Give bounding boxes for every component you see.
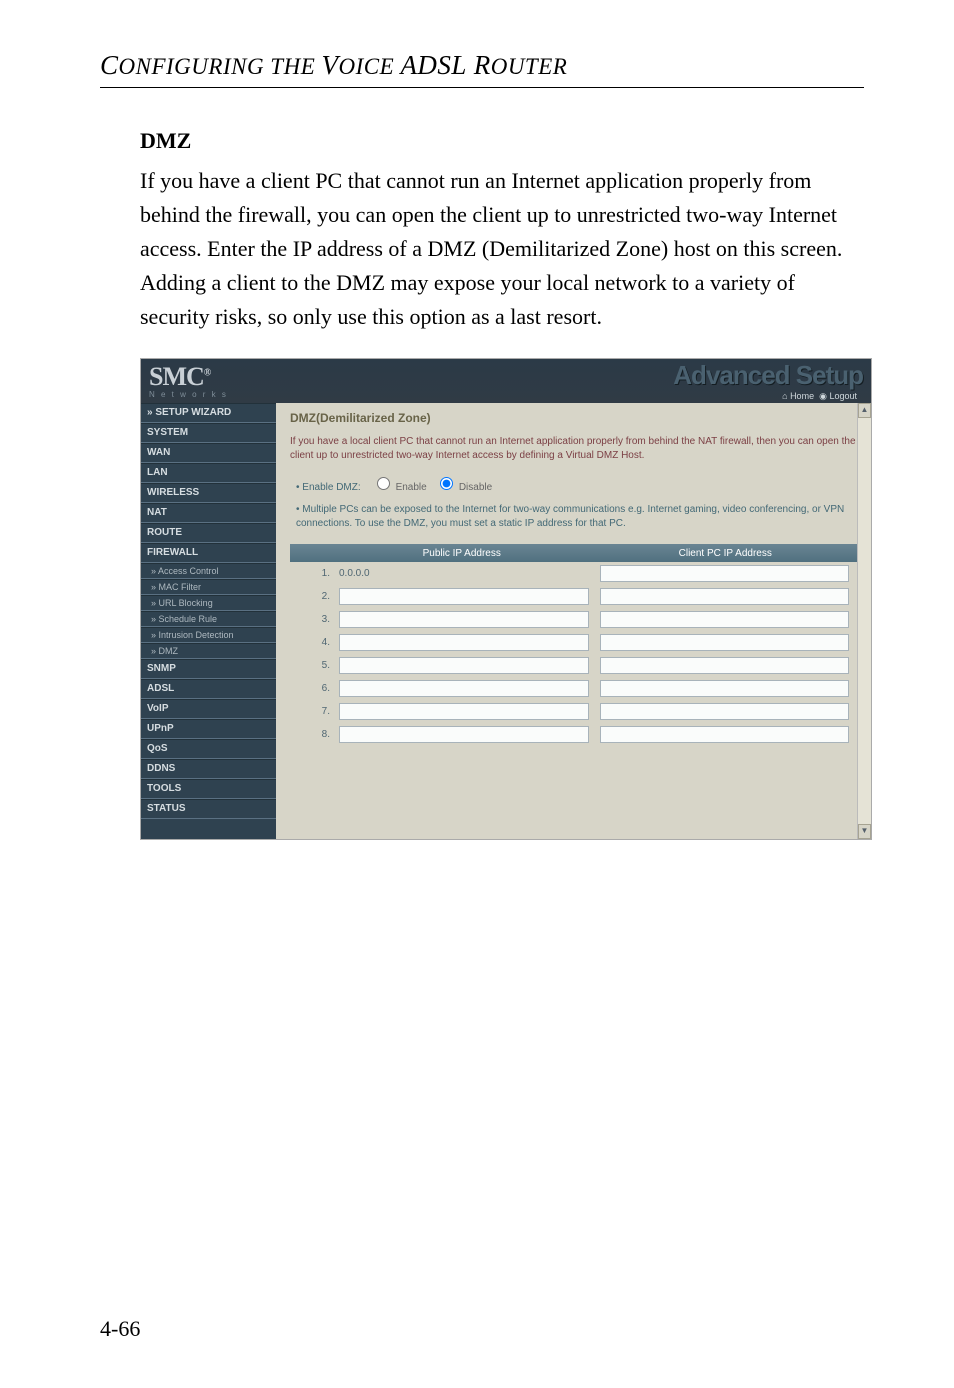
disable-option-label: Disable <box>459 482 492 493</box>
brand-subtext: N e t w o r k s <box>149 390 228 399</box>
public-ip-input[interactable] <box>339 703 589 720</box>
public-ip-input[interactable] <box>339 611 589 628</box>
sidebar-setup-wizard[interactable]: » SETUP WIZARD <box>141 403 276 423</box>
client-ip-input[interactable] <box>600 588 850 605</box>
sidebar-adsl[interactable]: ADSL <box>141 679 276 699</box>
public-ip-input[interactable] <box>339 680 589 697</box>
scrollbar[interactable]: ▲ ▼ <box>857 403 871 839</box>
enable-dmz-label: Enable DMZ: <box>302 482 360 493</box>
public-ip-input[interactable] <box>339 726 589 743</box>
public-ip-cell: 0.0.0.0 <box>336 568 597 579</box>
note-text: Multiple PCs can be exposed to the Inter… <box>296 504 844 529</box>
table-row: 4. <box>290 631 857 654</box>
sidebar-status[interactable]: STATUS <box>141 799 276 819</box>
disable-radio[interactable] <box>440 477 453 490</box>
sidebar-route[interactable]: ROUTE <box>141 523 276 543</box>
enable-radio[interactable] <box>377 477 390 490</box>
scroll-down-icon[interactable]: ▼ <box>858 824 871 839</box>
main-panel: DMZ(Demilitarized Zone) If you have a lo… <box>276 403 871 839</box>
table-row: 3. <box>290 608 857 631</box>
section-title: DMZ <box>140 128 864 154</box>
sidebar-tools[interactable]: TOOLS <box>141 779 276 799</box>
scroll-up-icon[interactable]: ▲ <box>858 403 871 418</box>
client-ip-input[interactable] <box>600 634 850 651</box>
table-body: 1. 0.0.0.0 2. 3. 4. <box>290 562 857 746</box>
sidebar-snmp[interactable]: SNMP <box>141 659 276 679</box>
panel-title: DMZ(Demilitarized Zone) <box>290 411 857 425</box>
client-ip-input[interactable] <box>600 611 850 628</box>
sidebar: » SETUP WIZARD SYSTEM WAN LAN WIRELESS N… <box>141 403 276 839</box>
panel-description: If you have a local client PC that canno… <box>290 435 857 462</box>
header-rule <box>100 87 864 88</box>
table-row: 2. <box>290 585 857 608</box>
home-link[interactable]: Home <box>790 391 814 401</box>
page-number: 4-66 <box>100 1316 140 1342</box>
router-admin-screenshot: SMC® N e t w o r k s Advanced Setup ⌂ Ho… <box>140 358 872 840</box>
home-icon: ⌂ <box>782 391 787 401</box>
page-header: Advanced Setup <box>673 360 863 391</box>
sidebar-dmz[interactable]: » DMZ <box>141 643 276 659</box>
sidebar-upnp[interactable]: UPnP <box>141 719 276 739</box>
sidebar-url-blocking[interactable]: » URL Blocking <box>141 595 276 611</box>
sidebar-qos[interactable]: QoS <box>141 739 276 759</box>
sidebar-voip[interactable]: VoIP <box>141 699 276 719</box>
table-row: 8. <box>290 723 857 746</box>
public-ip-input[interactable] <box>339 657 589 674</box>
enable-option-label: Enable <box>396 482 427 493</box>
client-ip-input[interactable] <box>600 680 850 697</box>
col-client-ip: Client PC IP Address <box>594 548 858 559</box>
sidebar-access-control[interactable]: » Access Control <box>141 563 276 579</box>
table-row: 1. 0.0.0.0 <box>290 562 857 585</box>
sidebar-lan[interactable]: LAN <box>141 463 276 483</box>
sidebar-schedule-rule[interactable]: » Schedule Rule <box>141 611 276 627</box>
table-row: 6. <box>290 677 857 700</box>
client-ip-input[interactable] <box>600 565 850 582</box>
table-row: 7. <box>290 700 857 723</box>
client-ip-input[interactable] <box>600 703 850 720</box>
logout-link[interactable]: Logout <box>829 391 857 401</box>
public-ip-input[interactable] <box>339 588 589 605</box>
client-ip-input[interactable] <box>600 726 850 743</box>
table-header: Public IP Address Client PC IP Address <box>290 544 857 562</box>
sidebar-nat[interactable]: NAT <box>141 503 276 523</box>
sidebar-firewall[interactable]: FIREWALL <box>141 543 276 563</box>
sidebar-wan[interactable]: WAN <box>141 443 276 463</box>
running-head: CONFIGURING THE VOICE ADSL ROUTER <box>100 50 864 81</box>
sidebar-system[interactable]: SYSTEM <box>141 423 276 443</box>
body-paragraph: If you have a client PC that cannot run … <box>140 164 864 334</box>
col-public-ip: Public IP Address <box>330 548 594 559</box>
sidebar-wireless[interactable]: WIRELESS <box>141 483 276 503</box>
brand-logo: SMC® <box>149 364 228 390</box>
table-row: 5. <box>290 654 857 677</box>
client-ip-input[interactable] <box>600 657 850 674</box>
sidebar-ddns[interactable]: DDNS <box>141 759 276 779</box>
sidebar-intrusion-detection[interactable]: » Intrusion Detection <box>141 627 276 643</box>
public-ip-input[interactable] <box>339 634 589 651</box>
sidebar-mac-filter[interactable]: » MAC Filter <box>141 579 276 595</box>
logout-icon: ◉ <box>819 391 827 401</box>
